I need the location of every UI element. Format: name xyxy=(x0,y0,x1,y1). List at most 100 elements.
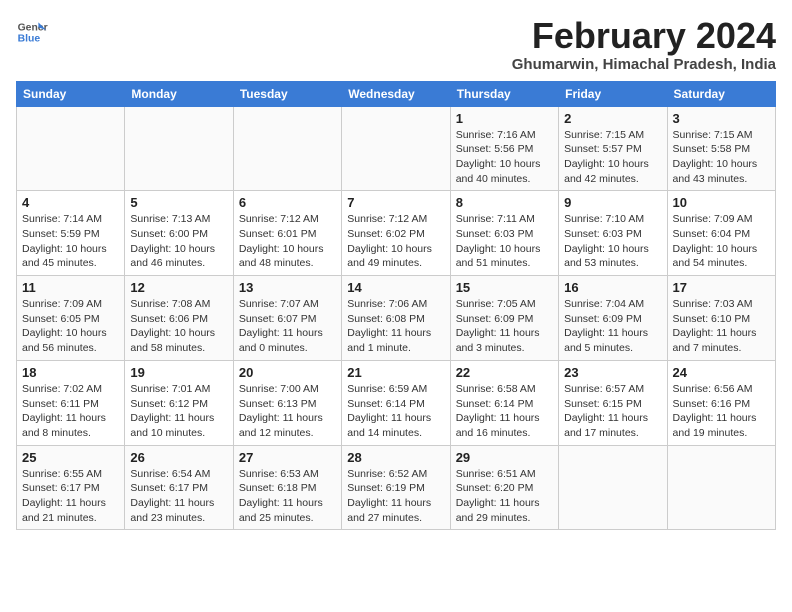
day-number: 18 xyxy=(22,365,119,380)
calendar-cell: 6 Sunrise: 7:12 AM Sunset: 6:01 PM Daylig… xyxy=(233,191,341,276)
weekday-header-sunday: Sunday xyxy=(17,81,125,106)
day-number: 29 xyxy=(456,450,553,465)
calendar-cell: 2Sunrise: 7:15 AM Sunset: 5:57 PM Daylig… xyxy=(559,106,667,191)
day-number: 17 xyxy=(673,280,770,295)
calendar-cell xyxy=(559,445,667,530)
day-info: Sunrise: 6:54 AM Sunset: 6:17 PM Dayligh… xyxy=(130,467,227,526)
calendar-cell xyxy=(125,106,233,191)
page-header: General Blue February 2024 Ghumarwin, Hi… xyxy=(16,16,776,73)
day-info: Sunrise: 7:15 AM Sunset: 5:58 PM Dayligh… xyxy=(673,128,770,187)
day-number: 6 xyxy=(239,195,336,210)
calendar-cell: 10Sunrise: 7:09 AM Sunset: 6:04 PM Dayli… xyxy=(667,191,775,276)
svg-text:Blue: Blue xyxy=(18,34,41,45)
calendar-cell: 22Sunrise: 6:58 AM Sunset: 6:14 PM Dayli… xyxy=(450,360,558,445)
day-number: 28 xyxy=(347,450,444,465)
calendar-cell: 24Sunrise: 6:56 AM Sunset: 6:16 PM Dayli… xyxy=(667,360,775,445)
day-info: Sunrise: 7:06 AM Sunset: 6:08 PM Dayligh… xyxy=(347,297,444,356)
day-number: 3 xyxy=(673,111,770,126)
calendar-cell: 20 Sunrise: 7:00 AM Sunset: 6:13 PM Dayli… xyxy=(233,360,341,445)
calendar-cell xyxy=(17,106,125,191)
day-info: Sunrise: 7:04 AM Sunset: 6:09 PM Dayligh… xyxy=(564,297,661,356)
calendar-cell xyxy=(342,106,450,191)
day-info: Sunrise: 6:51 AM Sunset: 6:20 PM Dayligh… xyxy=(456,467,553,526)
week-row-1: 1Sunrise: 7:16 AM Sunset: 5:56 PM Daylig… xyxy=(17,106,776,191)
calendar-cell: 14Sunrise: 7:06 AM Sunset: 6:08 PM Dayli… xyxy=(342,276,450,361)
day-info: Sunrise: 7:01 AM Sunset: 6:12 PM Dayligh… xyxy=(130,382,227,441)
day-number: 21 xyxy=(347,365,444,380)
calendar-cell: 1Sunrise: 7:16 AM Sunset: 5:56 PM Daylig… xyxy=(450,106,558,191)
calendar-cell xyxy=(233,106,341,191)
day-info: Sunrise: 7:05 AM Sunset: 6:09 PM Dayligh… xyxy=(456,297,553,356)
day-number: 20 xyxy=(239,365,336,380)
calendar-cell: 11 Sunrise: 7:09 AM Sunset: 6:05 PM Dayli… xyxy=(17,276,125,361)
calendar-cell: 13 Sunrise: 7:07 AM Sunset: 6:07 PM Dayli… xyxy=(233,276,341,361)
day-number: 4 xyxy=(22,195,119,210)
day-number: 27 xyxy=(239,450,336,465)
calendar-cell: 18 Sunrise: 7:02 AM Sunset: 6:11 PM Dayli… xyxy=(17,360,125,445)
calendar-cell: 28 Sunrise: 6:52 AM Sunset: 6:19 PM Dayli… xyxy=(342,445,450,530)
day-number: 15 xyxy=(456,280,553,295)
day-info: Sunrise: 7:14 AM Sunset: 5:59 PM Dayligh… xyxy=(22,212,119,271)
month-year-title: February 2024 xyxy=(512,16,776,56)
day-info: Sunrise: 6:52 AM Sunset: 6:19 PM Dayligh… xyxy=(347,467,444,526)
calendar-cell: 3 Sunrise: 7:15 AM Sunset: 5:58 PM Daylig… xyxy=(667,106,775,191)
calendar-cell xyxy=(667,445,775,530)
week-row-5: 25 Sunrise: 6:55 AM Sunset: 6:17 PM Dayli… xyxy=(17,445,776,530)
day-info: Sunrise: 6:59 AM Sunset: 6:14 PM Dayligh… xyxy=(347,382,444,441)
calendar-cell: 5 Sunrise: 7:13 AM Sunset: 6:00 PM Daylig… xyxy=(125,191,233,276)
day-info: Sunrise: 7:11 AM Sunset: 6:03 PM Dayligh… xyxy=(456,212,553,271)
day-info: Sunrise: 6:55 AM Sunset: 6:17 PM Dayligh… xyxy=(22,467,119,526)
day-info: Sunrise: 7:03 AM Sunset: 6:10 PM Dayligh… xyxy=(673,297,770,356)
day-number: 25 xyxy=(22,450,119,465)
weekday-header-row: SundayMondayTuesdayWednesdayThursdayFrid… xyxy=(17,81,776,106)
weekday-header-tuesday: Tuesday xyxy=(233,81,341,106)
day-info: Sunrise: 6:57 AM Sunset: 6:15 PM Dayligh… xyxy=(564,382,661,441)
day-number: 7 xyxy=(347,195,444,210)
day-info: Sunrise: 7:16 AM Sunset: 5:56 PM Dayligh… xyxy=(456,128,553,187)
calendar-cell: 8 Sunrise: 7:11 AM Sunset: 6:03 PM Daylig… xyxy=(450,191,558,276)
day-info: Sunrise: 7:08 AM Sunset: 6:06 PM Dayligh… xyxy=(130,297,227,356)
day-info: Sunrise: 6:58 AM Sunset: 6:14 PM Dayligh… xyxy=(456,382,553,441)
day-info: Sunrise: 7:12 AM Sunset: 6:02 PM Dayligh… xyxy=(347,212,444,271)
day-number: 12 xyxy=(130,280,227,295)
day-info: Sunrise: 7:12 AM Sunset: 6:01 PM Dayligh… xyxy=(239,212,336,271)
day-info: Sunrise: 7:02 AM Sunset: 6:11 PM Dayligh… xyxy=(22,382,119,441)
logo-icon: General Blue xyxy=(16,16,48,48)
calendar-cell: 7 Sunrise: 7:12 AM Sunset: 6:02 PM Daylig… xyxy=(342,191,450,276)
day-number: 19 xyxy=(130,365,227,380)
calendar-cell: 19 Sunrise: 7:01 AM Sunset: 6:12 PM Dayli… xyxy=(125,360,233,445)
calendar-cell: 17 Sunrise: 7:03 AM Sunset: 6:10 PM Dayli… xyxy=(667,276,775,361)
calendar-cell: 27 Sunrise: 6:53 AM Sunset: 6:18 PM Dayli… xyxy=(233,445,341,530)
day-number: 23 xyxy=(564,365,661,380)
day-info: Sunrise: 7:09 AM Sunset: 6:05 PM Dayligh… xyxy=(22,297,119,356)
location-subtitle: Ghumarwin, Himachal Pradesh, India xyxy=(512,56,776,73)
day-info: Sunrise: 7:07 AM Sunset: 6:07 PM Dayligh… xyxy=(239,297,336,356)
calendar-cell: 26 Sunrise: 6:54 AM Sunset: 6:17 PM Dayli… xyxy=(125,445,233,530)
title-block: February 2024 Ghumarwin, Himachal Prades… xyxy=(512,16,776,73)
calendar-cell: 4 Sunrise: 7:14 AM Sunset: 5:59 PM Daylig… xyxy=(17,191,125,276)
weekday-header-friday: Friday xyxy=(559,81,667,106)
day-info: Sunrise: 7:13 AM Sunset: 6:00 PM Dayligh… xyxy=(130,212,227,271)
day-number: 24 xyxy=(673,365,770,380)
day-number: 9 xyxy=(564,195,661,210)
weekday-header-saturday: Saturday xyxy=(667,81,775,106)
day-number: 2 xyxy=(564,111,661,126)
calendar-cell: 12 Sunrise: 7:08 AM Sunset: 6:06 PM Dayli… xyxy=(125,276,233,361)
weekday-header-monday: Monday xyxy=(125,81,233,106)
calendar-table: SundayMondayTuesdayWednesdayThursdayFrid… xyxy=(16,81,776,531)
day-number: 10 xyxy=(673,195,770,210)
day-info: Sunrise: 6:53 AM Sunset: 6:18 PM Dayligh… xyxy=(239,467,336,526)
day-info: Sunrise: 7:00 AM Sunset: 6:13 PM Dayligh… xyxy=(239,382,336,441)
week-row-2: 4 Sunrise: 7:14 AM Sunset: 5:59 PM Daylig… xyxy=(17,191,776,276)
day-number: 13 xyxy=(239,280,336,295)
day-number: 26 xyxy=(130,450,227,465)
calendar-cell: 21 Sunrise: 6:59 AM Sunset: 6:14 PM Dayli… xyxy=(342,360,450,445)
day-number: 16 xyxy=(564,280,661,295)
day-number: 8 xyxy=(456,195,553,210)
day-number: 5 xyxy=(130,195,227,210)
logo: General Blue xyxy=(16,16,48,48)
calendar-cell: 15 Sunrise: 7:05 AM Sunset: 6:09 PM Dayli… xyxy=(450,276,558,361)
day-info: Sunrise: 7:10 AM Sunset: 6:03 PM Dayligh… xyxy=(564,212,661,271)
calendar-cell: 16 Sunrise: 7:04 AM Sunset: 6:09 PM Dayli… xyxy=(559,276,667,361)
day-number: 11 xyxy=(22,280,119,295)
